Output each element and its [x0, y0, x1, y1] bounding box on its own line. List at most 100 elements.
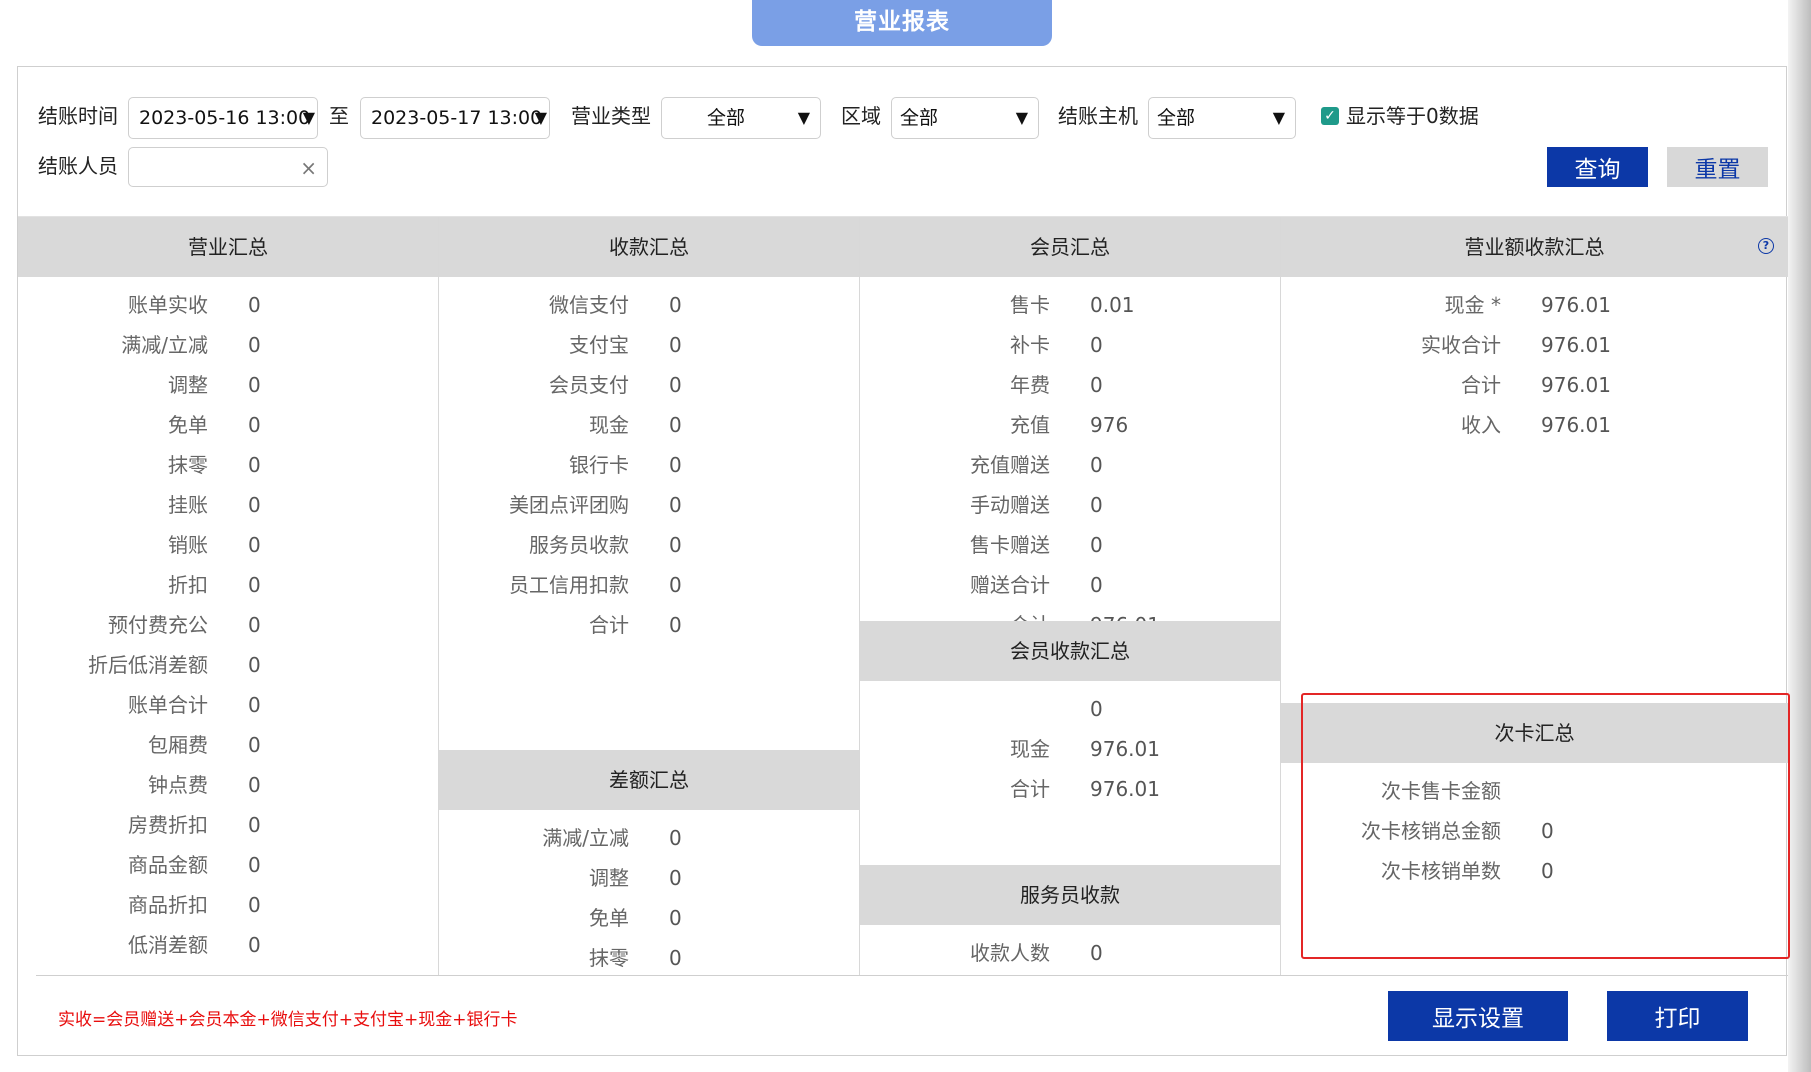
report-row: 充值 976 [860, 405, 1280, 445]
row-value: 0 [248, 693, 261, 717]
row-value: 976.01 [1541, 293, 1611, 317]
report-row: 0 [860, 689, 1280, 729]
difference-summary-rows: 满减/立减 0 调整 0 免单 0 抹零 0 [439, 810, 859, 975]
report-row: 次卡核销总金额 0 [1281, 811, 1788, 851]
report-row: 售卡 0.01 [860, 285, 1280, 325]
report-row: 调整 0 [439, 858, 859, 898]
row-value: 0 [248, 853, 261, 877]
end-time-picker[interactable]: 2023-05-17 13:00 ▼ [360, 97, 550, 139]
report-row: 免单 0 [439, 898, 859, 938]
checkmark-icon: ✓ [1324, 108, 1336, 124]
row-value: 0 [1090, 453, 1103, 477]
row-label: 收款人数 [970, 941, 1050, 965]
row-label: 补卡 [1010, 333, 1050, 357]
close-icon[interactable]: × [300, 148, 317, 188]
row-label: 调整 [589, 866, 629, 890]
report-row: 抹零 0 [18, 445, 438, 485]
row-value: 0 [669, 826, 682, 850]
row-value: 0 [248, 733, 261, 757]
business-summary-rows: 账单实收 0 满减/立减 0 调整 0 免单 0 抹零 0 挂账 0 销账 0 折扣 0 预付费充公 0 折后低消差… [18, 277, 438, 975]
row-value: 0 [248, 573, 261, 597]
row-label: 次卡核销总金额 [1361, 819, 1501, 843]
row-label: 挂账 [168, 493, 208, 517]
staff-input[interactable]: × [128, 147, 328, 187]
print-button[interactable]: 打印 [1607, 991, 1748, 1041]
row-label: 合计 [1461, 373, 1501, 397]
row-value: 0 [669, 533, 682, 557]
report-row: 调整 0 [18, 365, 438, 405]
help-icon[interactable]: ? [1758, 238, 1774, 254]
report-row: 手动赠送 0 [860, 485, 1280, 525]
query-button[interactable]: 查询 [1547, 147, 1648, 187]
report-row: 支付宝 0 [439, 325, 859, 365]
row-value: 976.01 [1541, 413, 1611, 437]
show-zero-label: 显示等于0数据 [1346, 104, 1479, 128]
report-row: 银行卡 0 [439, 445, 859, 485]
card-summary-section: 次卡汇总 次卡售卡金额 次卡核销总金额 0 次卡核销单数 0 [1281, 703, 1788, 891]
report-row: 房费折扣 0 [18, 805, 438, 845]
member-payment-summary-rows: 0 现金 976.01 合计 976.01 [860, 681, 1280, 809]
display-settings-button[interactable]: 显示设置 [1388, 991, 1568, 1041]
host-label: 结账主机 [1058, 104, 1138, 128]
row-value: 0 [248, 893, 261, 917]
section-header: 次卡汇总 [1281, 703, 1788, 763]
start-time-picker[interactable]: 2023-05-16 13:00 ▼ [128, 97, 318, 139]
business-summary-section: 营业汇总 账单实收 0 满减/立减 0 调整 0 免单 0 抹零 0 挂账 0 销账 0 折扣 0 预付费充公 0… [18, 217, 438, 975]
business-summary-column: 营业汇总 账单实收 0 满减/立减 0 调整 0 免单 0 抹零 0 挂账 0 销账 0 折扣 0 预付费充公 0… [18, 217, 438, 975]
row-value: 976.01 [1090, 777, 1160, 801]
row-label: 钟点费 [148, 773, 208, 797]
row-value: 0 [248, 413, 261, 437]
row-label: 商品折扣 [128, 893, 208, 917]
area-select[interactable]: 全部 ▼ [891, 97, 1039, 139]
chevron-down-icon: ▼ [797, 108, 810, 127]
business-type-select[interactable]: 全部 ▼ [661, 97, 821, 139]
report-row: 预付费充公 0 [18, 605, 438, 645]
row-value: 0 [669, 293, 682, 317]
row-value: 0 [1090, 941, 1103, 965]
row-label: 支付宝 [569, 333, 629, 357]
row-value: 0 [669, 373, 682, 397]
member-summary-column: 会员汇总 售卡 0.01 补卡 0 年费 0 充值 976 充值赠送 0 手动赠送 0 售卡赠送 0 赠送合… [860, 217, 1280, 975]
row-label: 次卡售卡金额 [1381, 779, 1501, 803]
row-value: 0 [669, 333, 682, 357]
row-value: 0 [1090, 373, 1103, 397]
row-label: 手动赠送 [970, 493, 1050, 517]
report-row: 满减/立减 0 [439, 818, 859, 858]
difference-summary-section: 差额汇总 满减/立减 0 调整 0 免单 0 抹零 0 [439, 750, 859, 975]
waiter-payment-rows: 收款人数0支付订单数0支付金额0 [860, 925, 1280, 975]
row-value: 0 [248, 965, 261, 975]
show-zero-checkbox[interactable]: ✓ [1321, 107, 1339, 125]
row-label: 免单 [589, 906, 629, 930]
host-select[interactable]: 全部 ▼ [1148, 97, 1296, 139]
row-value: 0 [1090, 697, 1103, 721]
row-label: 赠送合计 [970, 573, 1050, 597]
row-label: 合计 [589, 613, 629, 637]
section-header: 服务员收款 [860, 865, 1280, 925]
row-value: 0 [1090, 493, 1103, 517]
row-label: 充值 [1010, 413, 1050, 437]
row-value: 0 [669, 866, 682, 890]
report-row: 挂账 0 [18, 485, 438, 525]
row-label: 合计 [1010, 777, 1050, 801]
waiter-payment-section: 服务员收款 收款人数0支付订单数0支付金额0 [860, 865, 1280, 975]
report-row: 服务员收款 0 [439, 525, 859, 565]
report-row: 折扣 0 [18, 565, 438, 605]
row-label: 实收合计 [1421, 333, 1501, 357]
page-title: 营业报表 [752, 0, 1052, 46]
report-row: 现金 976.01 [860, 729, 1280, 769]
row-label: 包厢费 [148, 733, 208, 757]
report-row: 抹零 0 [439, 938, 859, 975]
report-row: 美团点评团购 0 [439, 485, 859, 525]
section-title: 营业额收款汇总 [1464, 235, 1605, 259]
row-label: 满减/立减 [121, 333, 208, 357]
row-value: 0 [1090, 573, 1103, 597]
row-value: 976.01 [1541, 333, 1611, 357]
report-row: 销账 0 [18, 525, 438, 565]
row-label: 折扣 [168, 573, 208, 597]
row-label: 售卡赠送 [970, 533, 1050, 557]
row-label: 销账 [168, 533, 208, 557]
row-label: 房费折扣 [128, 813, 208, 837]
reset-button[interactable]: 重置 [1667, 147, 1768, 187]
report-row: 补卡 0 [860, 325, 1280, 365]
host-value: 全部 [1157, 107, 1196, 129]
